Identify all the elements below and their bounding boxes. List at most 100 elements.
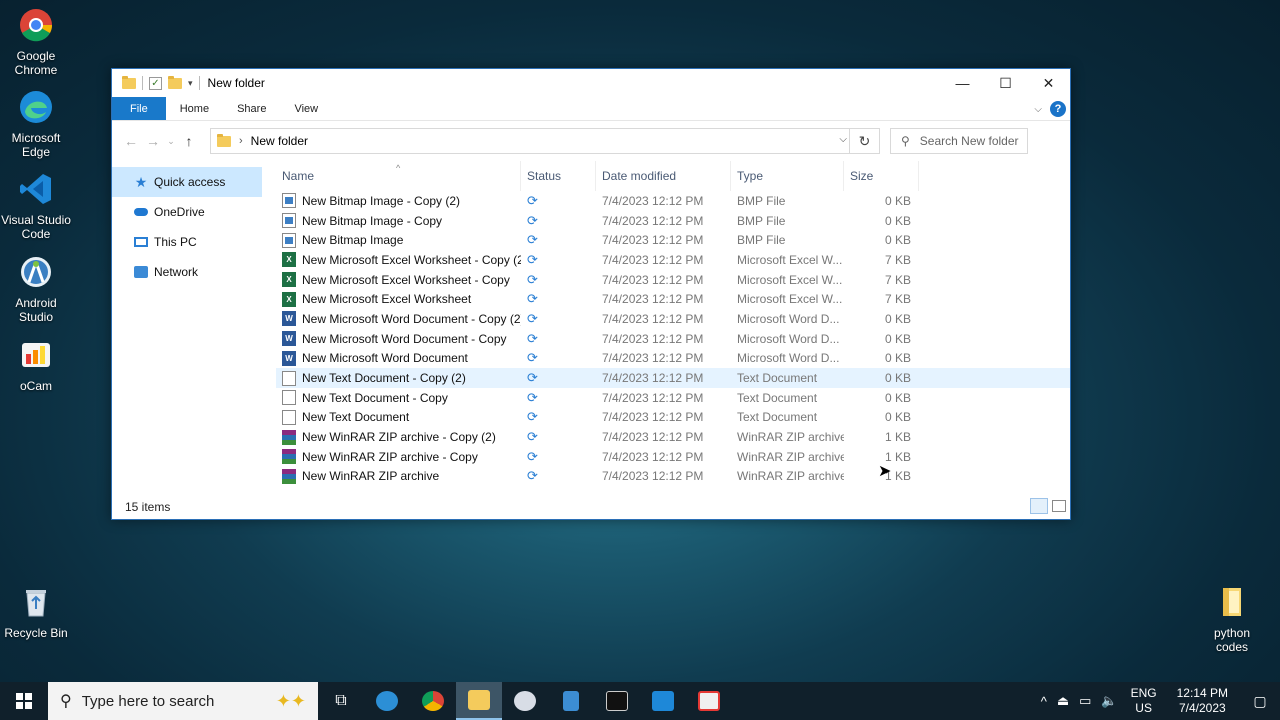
table-row[interactable]: New WinRAR ZIP archive - Copy (2) ⟳ 7/4/20… bbox=[276, 427, 1070, 447]
usb-icon[interactable]: ⏏ bbox=[1052, 693, 1074, 709]
expand-ribbon-chevron-icon[interactable]: ⌵ bbox=[1034, 104, 1042, 115]
file-name-cell[interactable]: X New Microsoft Excel Worksheet - Copy bbox=[276, 272, 521, 288]
taskbar-edge[interactable] bbox=[364, 682, 410, 720]
forward-arrow-icon[interactable]: → bbox=[142, 133, 164, 149]
file-name-cell[interactable]: W New Microsoft Word Document - Copy (2) bbox=[276, 311, 521, 327]
column-header-type[interactable]: Type bbox=[731, 161, 844, 191]
minimize-button[interactable]: — bbox=[941, 69, 984, 97]
recent-locations-chevron-icon[interactable]: ⌄ bbox=[164, 136, 178, 147]
file-name-cell[interactable]: New Bitmap Image bbox=[276, 232, 521, 248]
table-row[interactable]: W New Microsoft Word Document - Copy (2) ⟳… bbox=[276, 309, 1070, 329]
size-cell: 0 KB bbox=[884, 390, 911, 405]
file-name-cell[interactable]: W New Microsoft Word Document bbox=[276, 350, 521, 366]
sidebar-item-this-pc[interactable]: This PC bbox=[112, 227, 262, 257]
desktop-icon-vscode[interactable]: Visual Studio Code bbox=[0, 172, 72, 241]
tab-view[interactable]: View bbox=[280, 97, 332, 120]
column-header-status[interactable]: Status bbox=[521, 161, 596, 191]
taskbar-vscode[interactable] bbox=[640, 682, 686, 720]
taskbar-search-input[interactable]: ⚲ Type here to search ✦✦ bbox=[48, 682, 318, 720]
column-header-size[interactable]: Size bbox=[844, 161, 919, 191]
size-cell: 0 KB bbox=[884, 213, 911, 228]
clock[interactable]: 12:14 PM 7/4/2023 bbox=[1165, 686, 1240, 716]
taskbar-terminal[interactable] bbox=[594, 682, 640, 720]
volume-icon[interactable]: 🔈 bbox=[1096, 693, 1122, 709]
show-hidden-icons-chevron-icon[interactable]: ^ bbox=[1036, 694, 1052, 709]
taskbar-calculator[interactable] bbox=[548, 682, 594, 720]
tab-file[interactable]: File bbox=[112, 97, 166, 120]
rar-file-icon bbox=[282, 449, 296, 465]
address-dropdown-chevron-icon[interactable]: ⌵ bbox=[839, 134, 847, 145]
taskbar-paint[interactable] bbox=[502, 682, 548, 720]
language-indicator[interactable]: ENG US bbox=[1123, 686, 1165, 716]
divider bbox=[142, 76, 143, 90]
column-header-date[interactable]: Date modified bbox=[596, 161, 731, 191]
table-row[interactable]: New WinRAR ZIP archive ⟳ 7/4/2023 12:12 PM… bbox=[276, 467, 1070, 487]
file-name-cell[interactable]: New WinRAR ZIP archive bbox=[276, 468, 521, 484]
status-cell: ⟳ bbox=[521, 272, 596, 288]
file-name-cell[interactable]: New WinRAR ZIP archive - Copy bbox=[276, 449, 521, 465]
file-name-cell[interactable]: X New Microsoft Excel Worksheet - Copy (2… bbox=[276, 252, 521, 268]
start-button[interactable] bbox=[0, 682, 48, 720]
tab-share[interactable]: Share bbox=[223, 97, 280, 120]
desktop-icon-recycle-bin[interactable]: Recycle Bin bbox=[0, 585, 72, 640]
size-cell: 0 KB bbox=[884, 233, 911, 248]
up-arrow-icon[interactable]: ↑ bbox=[178, 133, 200, 149]
task-view-button[interactable]: ⧉ bbox=[318, 682, 364, 720]
table-row[interactable]: W New Microsoft Word Document - Copy ⟳ 7/4/… bbox=[276, 329, 1070, 349]
title-bar[interactable]: ✓ ▾ New folder — ☐ ✕ bbox=[112, 69, 1070, 97]
table-row[interactable]: New Text Document - Copy ⟳ 7/4/2023 12:12 … bbox=[276, 388, 1070, 408]
file-name-cell[interactable]: New Bitmap Image - Copy (2) bbox=[276, 193, 521, 209]
type-cell: Microsoft Word D... bbox=[737, 311, 840, 326]
properties-icon[interactable]: ✓ bbox=[149, 76, 162, 90]
sidebar-item-network[interactable]: Network bbox=[112, 257, 262, 287]
details-view-icon[interactable] bbox=[1030, 498, 1048, 514]
file-name-cell[interactable]: X New Microsoft Excel Worksheet bbox=[276, 291, 521, 307]
search-input[interactable]: ⚲ Search New folder bbox=[890, 128, 1028, 154]
sidebar-item-onedrive[interactable]: OneDrive bbox=[112, 197, 262, 227]
refresh-icon[interactable]: ↻ bbox=[849, 129, 879, 153]
file-name-cell[interactable]: New Text Document - Copy bbox=[276, 390, 521, 406]
large-icons-view-icon[interactable] bbox=[1052, 500, 1066, 512]
status-bar: 15 items bbox=[112, 495, 1070, 519]
xl-file-icon: X bbox=[282, 272, 296, 288]
network-icon[interactable]: ▭ bbox=[1074, 693, 1096, 709]
table-row[interactable]: New Text Document - Copy (2) ⟳ 7/4/2023 12… bbox=[276, 368, 1070, 388]
size-cell: 0 KB bbox=[884, 371, 911, 386]
table-row[interactable]: X New Microsoft Excel Worksheet ⟳ 7/4/2023 … bbox=[276, 289, 1070, 309]
table-row[interactable]: New Text Document ⟳ 7/4/2023 12:12 PM Text … bbox=[276, 408, 1070, 428]
back-arrow-icon[interactable]: ← bbox=[120, 133, 142, 149]
file-name-cell[interactable]: New Bitmap Image - Copy bbox=[276, 213, 521, 229]
taskbar-file-explorer[interactable] bbox=[456, 682, 502, 720]
table-row[interactable]: New Bitmap Image - Copy (2) ⟳ 7/4/2023 12:… bbox=[276, 191, 1070, 211]
desktop-icon-android-studio[interactable]: Android Studio bbox=[0, 255, 72, 324]
desktop-icon-chrome[interactable]: Google Chrome bbox=[0, 8, 72, 77]
table-row[interactable]: X New Microsoft Excel Worksheet - Copy (2… bbox=[276, 250, 1070, 270]
file-name-cell[interactable]: W New Microsoft Word Document - Copy bbox=[276, 331, 521, 347]
table-row[interactable]: New WinRAR ZIP archive - Copy ⟳ 7/4/2023 1… bbox=[276, 447, 1070, 467]
new-folder-icon[interactable] bbox=[168, 75, 182, 89]
file-name-cell[interactable]: New Text Document - Copy (2) bbox=[276, 370, 521, 386]
table-row[interactable]: New Bitmap Image - Copy ⟳ 7/4/2023 12:12 P… bbox=[276, 211, 1070, 231]
file-name-cell[interactable]: New Text Document bbox=[276, 409, 521, 425]
table-row[interactable]: X New Microsoft Excel Worksheet - Copy ⟳ 7/… bbox=[276, 270, 1070, 290]
close-button[interactable]: ✕ bbox=[1027, 69, 1070, 97]
breadcrumb[interactable]: New folder bbox=[251, 134, 308, 148]
tab-home[interactable]: Home bbox=[166, 97, 223, 120]
maximize-button[interactable]: ☐ bbox=[984, 69, 1027, 97]
recycle-bin-icon bbox=[26, 590, 46, 617]
sidebar-item-label: This PC bbox=[154, 235, 197, 249]
sidebar-item-quick-access[interactable]: ★ Quick access bbox=[112, 167, 262, 197]
desktop-icon-edge[interactable]: Microsoft Edge bbox=[0, 90, 72, 159]
help-icon[interactable]: ? bbox=[1050, 101, 1066, 117]
taskbar-chrome[interactable] bbox=[410, 682, 456, 720]
desktop-icon-ocam[interactable]: oCam bbox=[0, 338, 72, 393]
taskbar-ocam[interactable] bbox=[686, 682, 732, 720]
desktop-icon-python-codes[interactable]: python codes bbox=[1196, 585, 1268, 654]
table-row[interactable]: New Bitmap Image ⟳ 7/4/2023 12:12 PM BMP Fi… bbox=[276, 230, 1070, 250]
address-bar[interactable]: › New folder ⌵ ↻ bbox=[210, 128, 880, 154]
file-name-cell[interactable]: New WinRAR ZIP archive - Copy (2) bbox=[276, 429, 521, 445]
notifications-icon[interactable]: ▢ bbox=[1240, 693, 1280, 710]
customize-toolbar-chevron-icon[interactable]: ▾ bbox=[188, 78, 193, 89]
sync-pending-icon: ⟳ bbox=[527, 212, 538, 228]
table-row[interactable]: W New Microsoft Word Document ⟳ 7/4/2023 12… bbox=[276, 349, 1070, 369]
